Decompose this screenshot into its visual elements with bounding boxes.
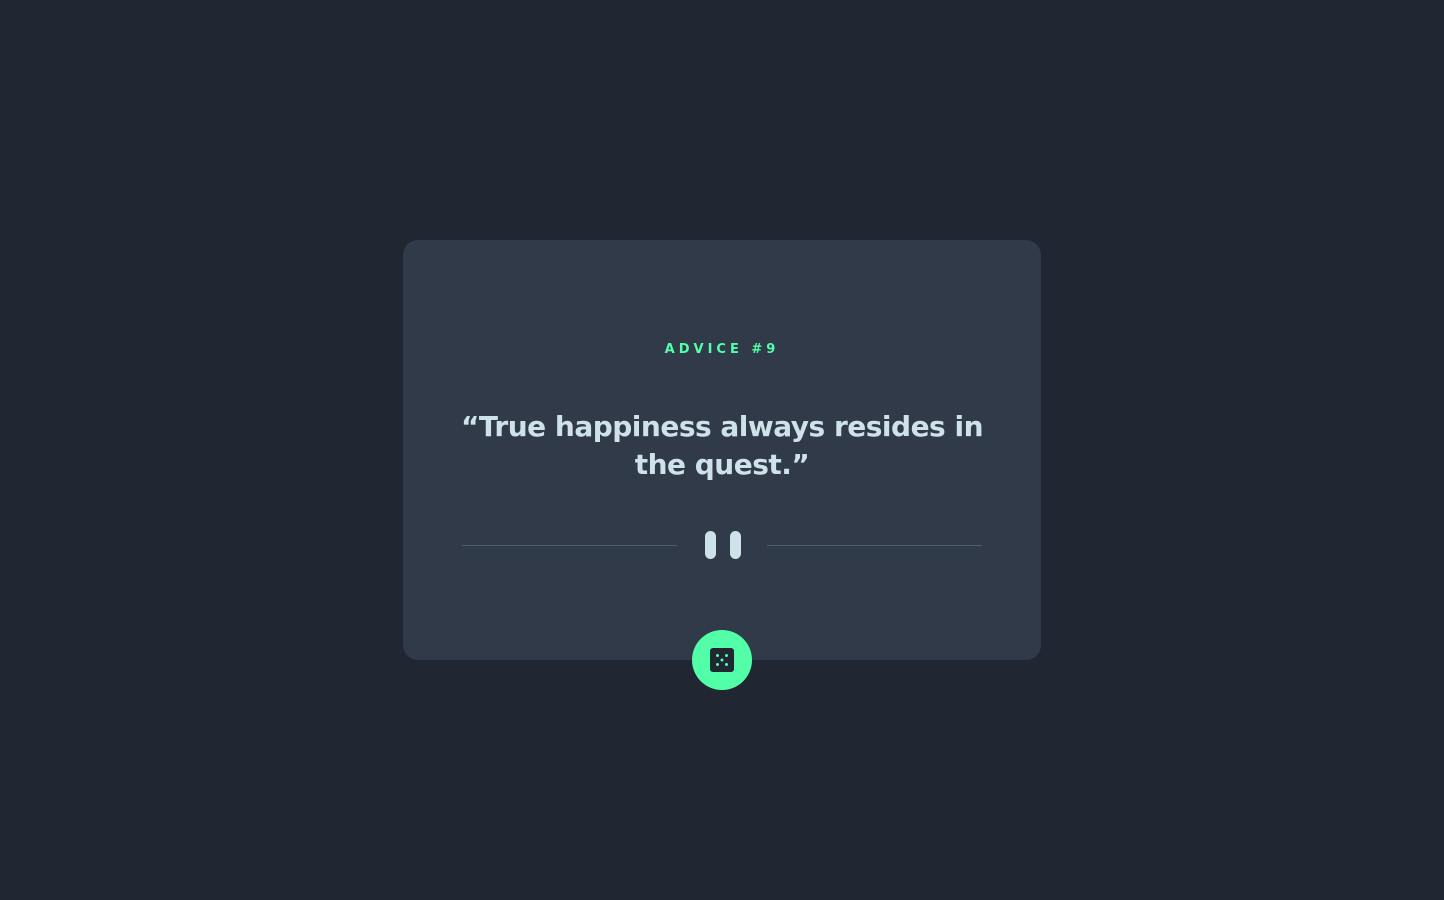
advice-text: “True happiness always resides in the qu… [460,410,984,481]
advice-number: ADVICE #9 [664,342,780,357]
divider-line-right [767,545,982,546]
pattern-divider [462,530,982,560]
advice-card: ADVICE #9 “True happiness always resides… [403,240,1041,660]
dice-icon [710,648,734,672]
divider-line-left [462,545,677,546]
new-advice-button[interactable] [692,630,752,690]
pause-icon [705,531,741,559]
